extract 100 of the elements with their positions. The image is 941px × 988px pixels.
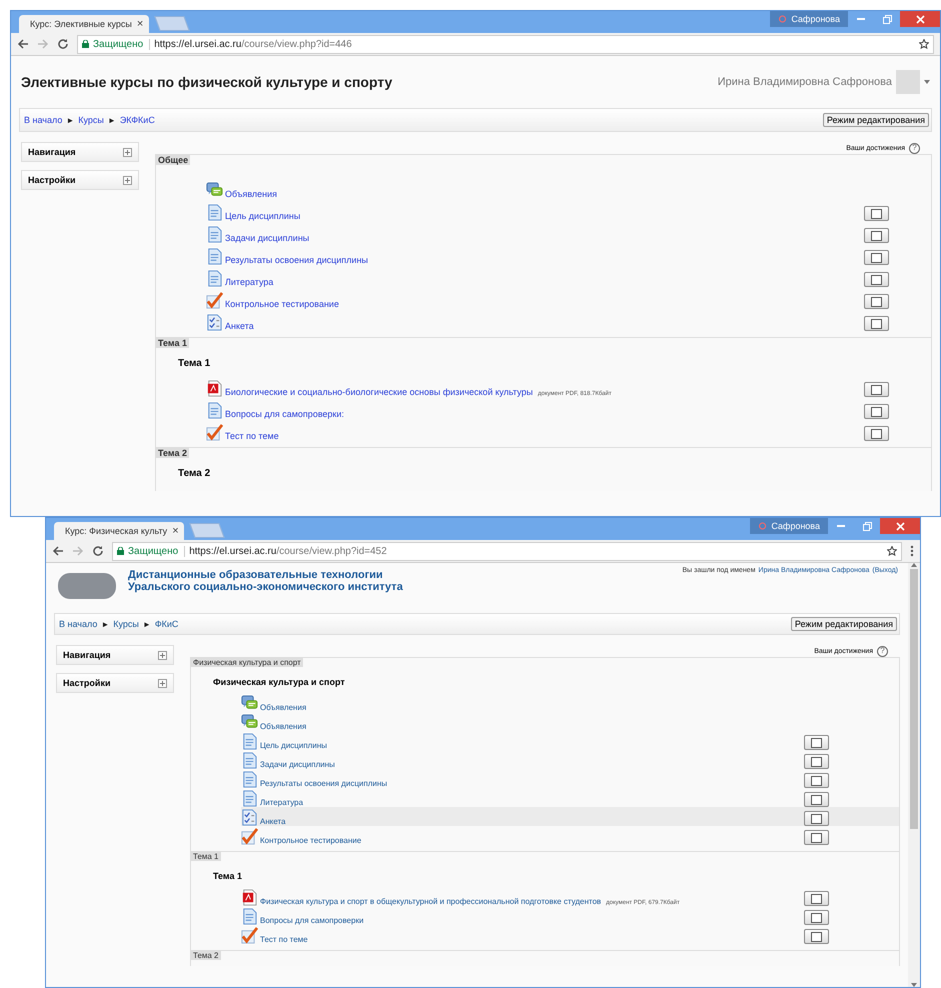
back-icon[interactable] bbox=[17, 38, 29, 50]
completion-checkbox[interactable] bbox=[864, 206, 889, 221]
activity-link[interactable]: Результаты освоения дисциплины bbox=[225, 255, 368, 265]
completion-checkbox[interactable] bbox=[804, 773, 829, 788]
activity-link[interactable]: Задачи дисциплины bbox=[225, 233, 310, 243]
pdf-icon bbox=[241, 889, 258, 906]
activity-link[interactable]: Литература bbox=[225, 277, 274, 287]
breadcrumb-link[interactable]: ФКиС bbox=[154, 619, 178, 629]
activity-link[interactable]: Тест по теме bbox=[225, 431, 279, 441]
profile-icon bbox=[758, 522, 768, 530]
menu-icon[interactable] bbox=[910, 545, 914, 557]
completion-checkbox[interactable] bbox=[804, 754, 829, 769]
activity-link[interactable]: Физическая культура и спорт в общекультурной и профессиональной подготовке студентов bbox=[260, 897, 602, 906]
activity-link[interactable]: Вопросы для самопроверки: bbox=[225, 409, 344, 419]
activity-link[interactable]: Биологические и социально-биологические основы физической культуры bbox=[225, 387, 533, 397]
completion-checkbox[interactable] bbox=[804, 830, 829, 845]
back-icon[interactable] bbox=[52, 545, 64, 557]
document-icon bbox=[206, 226, 223, 243]
caret-icon[interactable] bbox=[924, 80, 930, 84]
activity-link[interactable]: Контрольное тестирование bbox=[260, 836, 362, 845]
activity-link[interactable]: Объявления bbox=[260, 722, 306, 731]
course-title: Элективные курсы по физической культуре и спорту bbox=[21, 74, 392, 90]
activity-link[interactable]: Цель дисциплины bbox=[225, 211, 300, 221]
close-button[interactable] bbox=[900, 11, 940, 27]
breadcrumb-link[interactable]: ЭКФКиС bbox=[120, 115, 155, 125]
completion-checkbox[interactable] bbox=[804, 929, 829, 944]
profile-icon bbox=[778, 15, 788, 23]
document-icon bbox=[206, 248, 223, 265]
checklist-icon bbox=[206, 314, 223, 331]
activity-link[interactable]: Результаты освоения дисциплины bbox=[260, 779, 388, 788]
document-icon bbox=[241, 771, 258, 788]
completion-checkbox[interactable] bbox=[864, 316, 889, 331]
edit-mode-button[interactable]: Режим редактирования bbox=[790, 617, 897, 631]
address-field[interactable]: Защищено https://el.ursei.ac.ru/course/view.php?id=446 bbox=[77, 34, 934, 54]
tab-close-button[interactable]: × bbox=[172, 525, 179, 537]
star-icon[interactable] bbox=[887, 546, 897, 556]
breadcrumb-separator: ► bbox=[108, 116, 116, 124]
document-icon bbox=[206, 402, 223, 419]
activity-link[interactable]: Задачи дисциплины bbox=[260, 760, 335, 769]
address-field[interactable]: Защищено https://el.ursei.ac.ru/course/view.php?id=452 bbox=[112, 542, 902, 560]
activity-link[interactable]: Вопросы для самопроверки bbox=[260, 916, 364, 925]
breadcrumb-link[interactable]: В начало bbox=[59, 619, 98, 629]
breadcrumb-link[interactable]: Курсы bbox=[113, 619, 139, 629]
section-heading: Тема 1 bbox=[213, 871, 243, 881]
edit-mode-button[interactable]: Режим редактирования bbox=[822, 113, 929, 127]
completion-checkbox[interactable] bbox=[804, 735, 829, 750]
section-heading: Тема 1 bbox=[178, 358, 212, 369]
document-icon bbox=[241, 790, 258, 807]
activity-link[interactable]: Анкета bbox=[260, 817, 286, 826]
breadcrumb-separator: ► bbox=[101, 620, 110, 628]
completion-checkbox[interactable] bbox=[864, 272, 889, 287]
completion-checkbox[interactable] bbox=[804, 792, 829, 807]
star-icon[interactable] bbox=[919, 39, 929, 49]
expand-icon[interactable] bbox=[158, 650, 167, 660]
completion-checkbox[interactable] bbox=[804, 910, 829, 925]
activity-link[interactable]: Объявления bbox=[260, 703, 306, 712]
section-label: Общее bbox=[156, 155, 190, 165]
completion-checkbox[interactable] bbox=[864, 382, 889, 397]
reload-icon[interactable] bbox=[92, 545, 104, 557]
close-icon[interactable] bbox=[896, 522, 904, 530]
activity-link[interactable]: Объявления bbox=[225, 189, 278, 199]
browser-tab[interactable]: Курс: Элективные курсы × bbox=[19, 15, 149, 33]
scrollbar[interactable] bbox=[908, 563, 920, 987]
completion-checkbox[interactable] bbox=[804, 891, 829, 906]
expand-icon[interactable] bbox=[158, 678, 167, 688]
breadcrumb-link[interactable]: Курсы bbox=[78, 115, 104, 125]
expand-icon[interactable] bbox=[123, 148, 132, 156]
block-header[interactable]: Настройки bbox=[56, 673, 174, 693]
section-label: Физическая культура и спорт bbox=[191, 658, 303, 667]
pdf-icon bbox=[206, 380, 223, 397]
scroll-down-icon[interactable] bbox=[911, 983, 917, 987]
reload-icon[interactable] bbox=[57, 38, 69, 50]
browser-tab[interactable]: Курс: Физическая культу × bbox=[54, 522, 184, 540]
profile-button[interactable]: Сафронова bbox=[750, 518, 828, 534]
close-icon[interactable] bbox=[916, 14, 924, 24]
section-heading: Тема 2 bbox=[178, 468, 212, 479]
site-title: Дистанционные образовательные технологии bbox=[128, 569, 384, 581]
completion-checkbox[interactable] bbox=[864, 294, 889, 309]
block-header[interactable]: Навигация bbox=[56, 645, 174, 665]
section-label: Тема 1 bbox=[191, 852, 221, 861]
completion-checkbox[interactable] bbox=[864, 426, 889, 441]
activity-link[interactable]: Анкета bbox=[225, 321, 254, 331]
checkmark-icon bbox=[241, 927, 258, 944]
expand-icon[interactable] bbox=[123, 176, 132, 184]
activity-link[interactable]: Тест по теме bbox=[260, 935, 308, 944]
block-header[interactable]: Настройки bbox=[21, 170, 139, 190]
completion-checkbox[interactable] bbox=[804, 811, 829, 826]
completion-checkbox[interactable] bbox=[864, 404, 889, 419]
completion-checkbox[interactable] bbox=[864, 250, 889, 265]
completion-checkbox[interactable] bbox=[864, 228, 889, 243]
profile-button[interactable]: Сафронова bbox=[770, 11, 848, 27]
document-icon bbox=[241, 733, 258, 750]
breadcrumb-link[interactable]: В начало bbox=[24, 115, 62, 125]
close-button[interactable] bbox=[880, 518, 920, 534]
activity-link[interactable]: Цель дисциплины bbox=[260, 741, 327, 750]
activity-link[interactable]: Контрольное тестирование bbox=[225, 299, 339, 309]
activity-link[interactable]: Литература bbox=[260, 798, 304, 807]
block-header[interactable]: Навигация bbox=[21, 142, 139, 162]
user-name[interactable]: Ирина Владимировна Сафронова bbox=[718, 76, 892, 88]
tab-close-button[interactable]: × bbox=[136, 18, 144, 30]
